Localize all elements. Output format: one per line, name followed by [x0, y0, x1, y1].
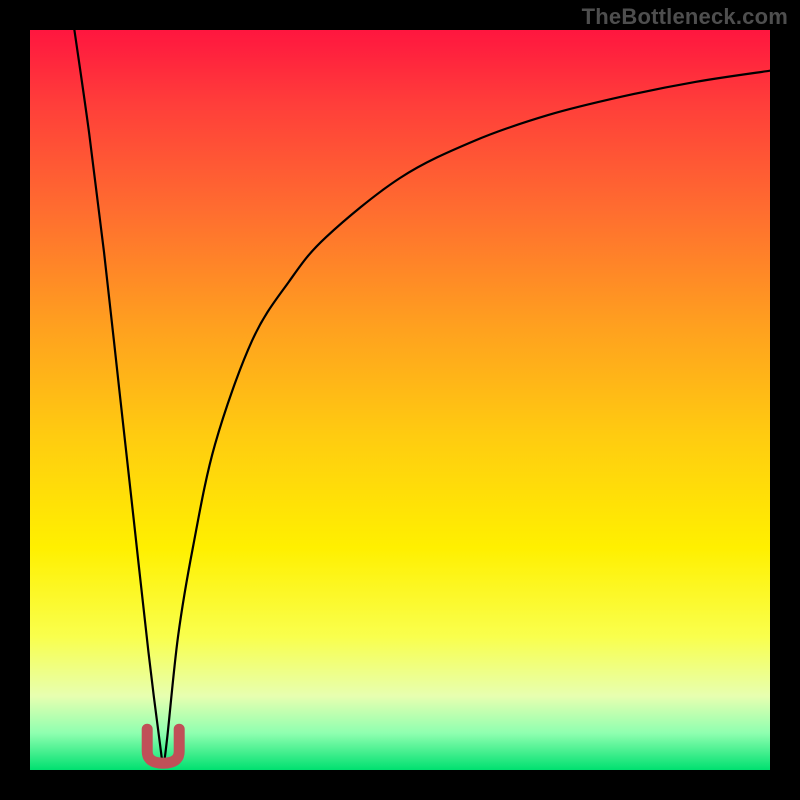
optimum-marker [147, 729, 179, 763]
watermark-text: TheBottleneck.com [582, 4, 788, 30]
bottleneck-curve [74, 30, 770, 763]
plot-area [30, 30, 770, 770]
chart-frame: TheBottleneck.com [0, 0, 800, 800]
curve-svg [30, 30, 770, 770]
